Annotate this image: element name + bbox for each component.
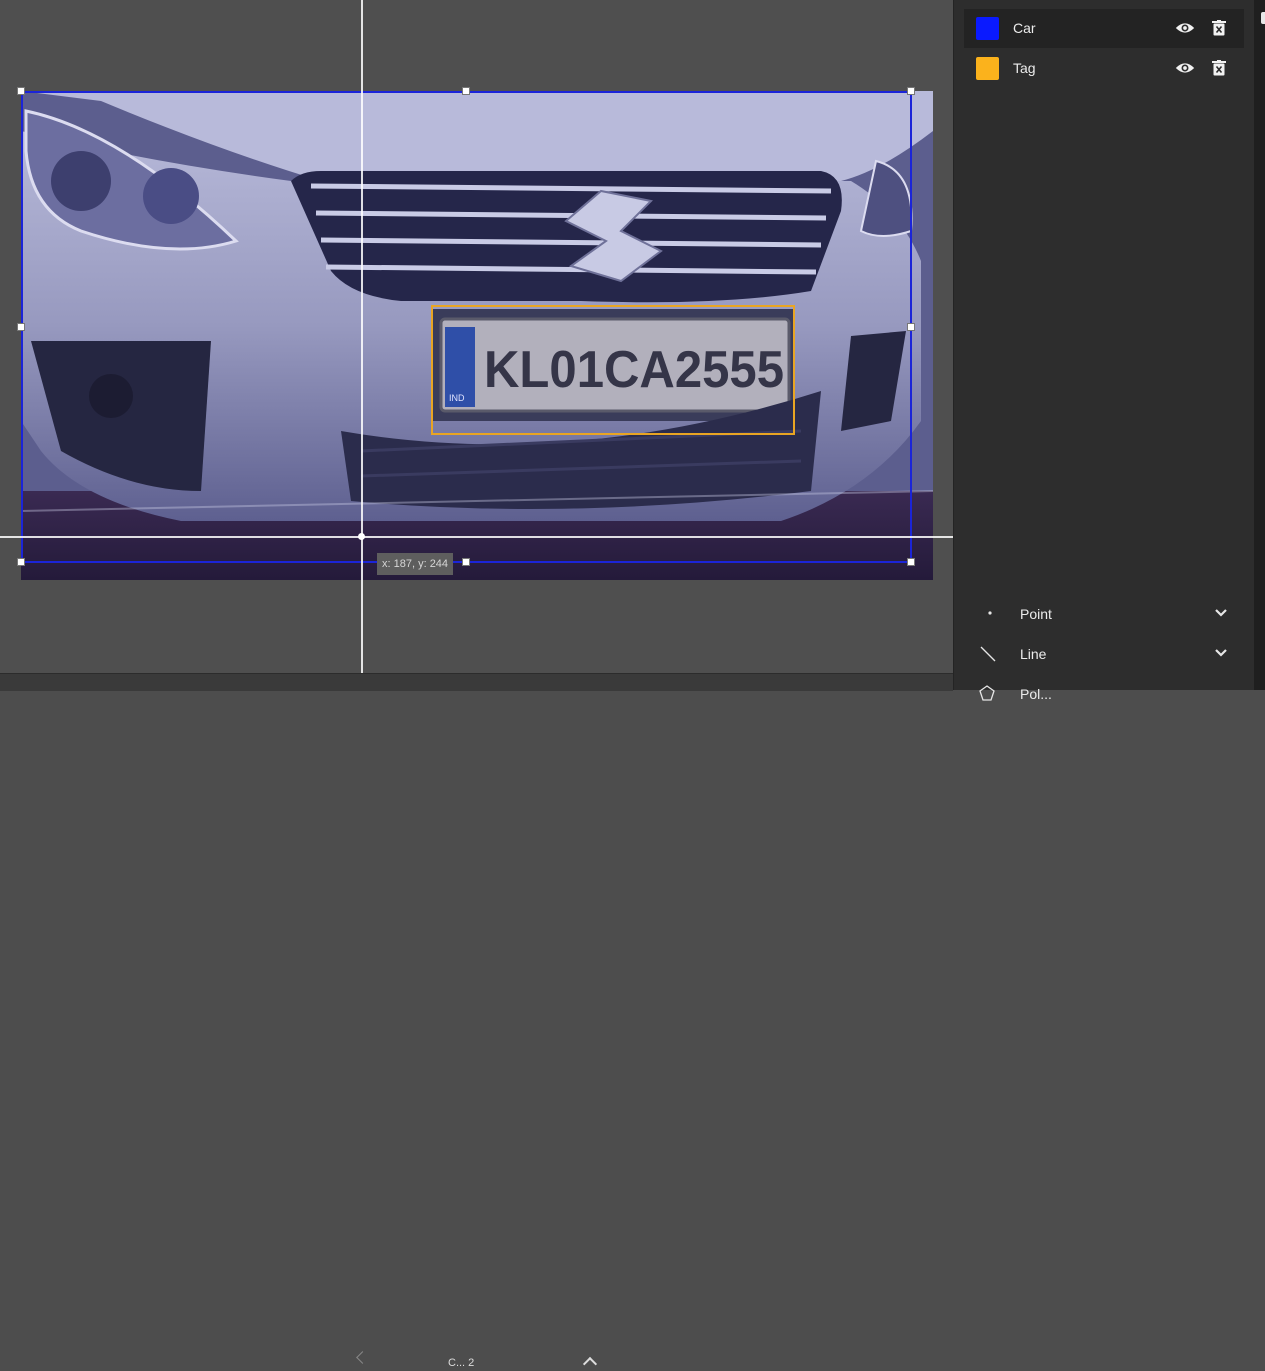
tool-polygon[interactable]: Pol... <box>964 676 1244 712</box>
chevron-down-icon[interactable] <box>1214 646 1228 660</box>
bottom-toolbar: C... 2 <box>0 673 953 1371</box>
resize-handle-right[interactable] <box>907 323 915 331</box>
delete-icon[interactable] <box>1212 60 1226 76</box>
class-label: Tag <box>1013 60 1036 76</box>
next-icon[interactable] <box>582 1356 598 1371</box>
class-row-tag[interactable]: Tag <box>964 49 1244 88</box>
resize-handle-bottom[interactable] <box>462 558 470 566</box>
tool-point[interactable]: Point <box>964 596 1244 632</box>
line-icon <box>980 646 996 662</box>
class-label: Car <box>1013 20 1036 36</box>
class-row-car[interactable]: Car <box>964 9 1244 48</box>
polygon-icon <box>979 685 995 701</box>
resize-handle-bottom-right[interactable] <box>907 558 915 566</box>
tool-label: Line <box>1020 646 1047 662</box>
chevron-down-icon[interactable] <box>1214 606 1228 620</box>
crosshair-vertical <box>361 0 363 673</box>
point-icon <box>988 611 992 615</box>
resize-handle-top-right[interactable] <box>907 87 915 95</box>
tool-label: Point <box>1020 606 1052 622</box>
cursor-coordinates: x: 187, y: 244 <box>377 553 454 575</box>
tool-label: Pol... <box>1020 686 1052 702</box>
window-edge <box>1254 0 1265 690</box>
eye-icon[interactable] <box>1175 20 1195 36</box>
tool-line[interactable]: Line <box>964 636 1244 672</box>
color-swatch[interactable] <box>976 17 999 40</box>
previous-icon[interactable] <box>356 1351 369 1364</box>
tag-bounding-box[interactable] <box>431 305 795 435</box>
crosshair-horizontal <box>0 536 953 538</box>
delete-icon[interactable] <box>1212 20 1226 36</box>
cursor-point <box>358 533 365 540</box>
resize-handle-bottom-left[interactable] <box>17 558 25 566</box>
labels-sidebar: Car Tag Point Line Pol... <box>953 0 1255 702</box>
resize-handle-top[interactable] <box>462 87 470 95</box>
resize-handle-left[interactable] <box>17 323 25 331</box>
resize-handle-top-left[interactable] <box>17 87 25 95</box>
panel-toggle-icon[interactable] <box>1261 12 1265 24</box>
eye-icon[interactable] <box>1175 60 1195 76</box>
image-counter: C... 2 <box>448 1357 475 1369</box>
color-swatch[interactable] <box>976 57 999 80</box>
annotation-canvas[interactable]: KL01CA2555 IND x: 187, y: 244 <box>0 0 953 673</box>
